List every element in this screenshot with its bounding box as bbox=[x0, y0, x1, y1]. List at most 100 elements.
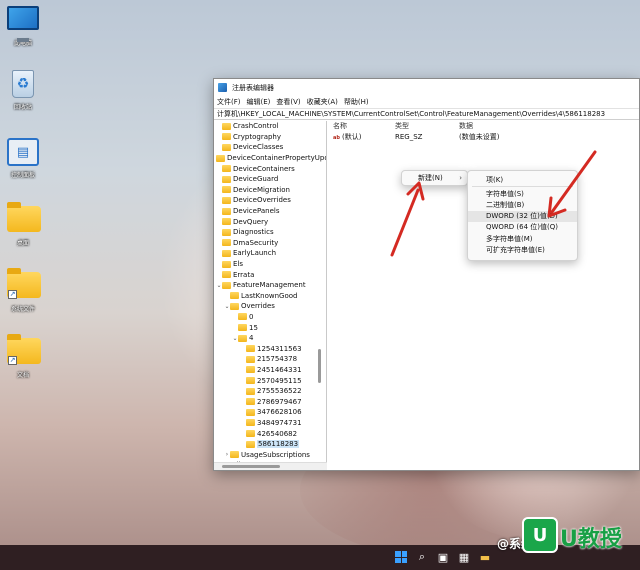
tree-item-label: Overrides bbox=[241, 302, 275, 311]
submenu-item-multi-string-value[interactable]: 多字符串值(M) bbox=[468, 233, 577, 244]
tree-item-label: 2570495115 bbox=[257, 376, 302, 385]
folder-icon bbox=[238, 313, 247, 321]
tree-item[interactable]: DeviceOverrides bbox=[214, 195, 326, 206]
ab-string-icon: ab bbox=[333, 134, 340, 141]
folder-icon bbox=[222, 271, 231, 279]
task-view-icon[interactable]: ▣ bbox=[435, 549, 451, 565]
tree-item[interactable]: 3484974731 bbox=[214, 418, 326, 429]
menu-help[interactable]: 帮助(H) bbox=[344, 97, 369, 107]
tree-item[interactable]: LastKnownGood bbox=[214, 291, 326, 302]
folder-icon bbox=[222, 281, 231, 289]
tree-item[interactable]: EarlyLaunch bbox=[214, 248, 326, 259]
tree-item[interactable]: DeviceGuard bbox=[214, 174, 326, 185]
title-bar[interactable]: 注册表编辑器 bbox=[214, 79, 639, 96]
tree-item[interactable]: 2570495115 bbox=[214, 375, 326, 386]
tree-item[interactable]: Diagnostics bbox=[214, 227, 326, 238]
tree-item-label: 215754378 bbox=[257, 355, 298, 364]
tree-item-label: 3476628106 bbox=[257, 408, 302, 417]
submenu-item-string-value[interactable]: 字符串值(S) bbox=[468, 188, 577, 199]
scrollbar-thumb[interactable] bbox=[222, 465, 280, 468]
tree-item-label: DevQuery bbox=[233, 217, 269, 226]
tree-item[interactable]: 3476628106 bbox=[214, 407, 326, 418]
tree-vertical-scrollbar[interactable] bbox=[318, 349, 321, 383]
folder-icon bbox=[230, 302, 239, 310]
tree-item[interactable]: Errata bbox=[214, 269, 326, 280]
menu-file[interactable]: 文件(F) bbox=[217, 97, 241, 107]
search-icon[interactable]: ⌕ bbox=[414, 549, 430, 565]
desktop-icon-system-files[interactable]: ↗ 系统文件 bbox=[2, 268, 44, 313]
tree-item[interactable]: 586118283 bbox=[214, 439, 326, 450]
u-jiaoshou-logo-icon: U bbox=[522, 517, 558, 553]
tree-item[interactable]: 2451464331 bbox=[214, 365, 326, 376]
folder-icon bbox=[222, 196, 231, 204]
watermark-brand: U教授 bbox=[560, 527, 622, 552]
column-type-header[interactable]: 类型 bbox=[395, 121, 459, 131]
column-data-header[interactable]: 数据 bbox=[459, 121, 473, 131]
tree-item[interactable]: ⌄ FeatureManagement bbox=[214, 280, 326, 291]
desktop-icon-this-pc[interactable]: 此电脑 bbox=[2, 6, 44, 47]
windows-logo-icon bbox=[395, 551, 407, 563]
menu-separator bbox=[472, 186, 573, 188]
folder-icon bbox=[246, 366, 255, 374]
menu-edit[interactable]: 编辑(E) bbox=[247, 97, 271, 107]
tree-item[interactable]: DeviceClasses bbox=[214, 142, 326, 153]
tree-item[interactable]: Cryptography bbox=[214, 132, 326, 143]
tree-item[interactable]: 1254311563 bbox=[214, 343, 326, 354]
tree-item[interactable]: › UsageSubscriptions bbox=[214, 449, 326, 460]
tree-item-label: UsageSubscriptions bbox=[241, 450, 310, 459]
value-type: REG_SZ bbox=[395, 132, 423, 141]
tree-item[interactable]: 426540682 bbox=[214, 428, 326, 439]
tree-item[interactable]: DeviceContainers bbox=[214, 163, 326, 174]
context-menu-new[interactable]: 新建(N) › bbox=[401, 170, 468, 186]
desktop-icon-control-panel[interactable]: ▤ 控制面板 bbox=[2, 138, 44, 179]
file-explorer-icon[interactable]: ▬ bbox=[477, 549, 493, 565]
submenu-item-qword-value[interactable]: QWORD (64 位)值(Q) bbox=[468, 222, 577, 233]
tree-item[interactable]: 215754378 bbox=[214, 354, 326, 365]
tree-item[interactable]: DmaSecurity bbox=[214, 238, 326, 249]
folder-icon bbox=[222, 218, 231, 226]
folder-icon bbox=[246, 440, 255, 448]
tree-item[interactable]: ⌄ Overrides bbox=[214, 301, 326, 312]
folder-icon bbox=[216, 154, 225, 162]
tree-item[interactable]: Els bbox=[214, 259, 326, 270]
submenu-item-dword-value[interactable]: DWORD (32 位)值(D) bbox=[468, 210, 577, 222]
tree-item[interactable]: DeviceContainerPropertyUpda bbox=[214, 153, 326, 164]
folder-icon bbox=[246, 419, 255, 427]
menu-view[interactable]: 查看(V) bbox=[276, 97, 300, 107]
desktop-icon-recycle-bin[interactable]: ♻ 回收站 bbox=[2, 70, 44, 111]
menu-favorites[interactable]: 收藏夹(A) bbox=[307, 97, 338, 107]
tree-item[interactable]: 15 bbox=[214, 322, 326, 333]
tree-item[interactable]: DeviceMigration bbox=[214, 185, 326, 196]
shortcut-arrow-icon: ↗ bbox=[8, 356, 17, 365]
tree-item[interactable]: DevQuery bbox=[214, 216, 326, 227]
tree-item[interactable]: 2755536522 bbox=[214, 386, 326, 397]
tree-item[interactable]: ⌄ 4 bbox=[214, 333, 326, 344]
tree-item[interactable]: 2786979467 bbox=[214, 396, 326, 407]
address-bar[interactable]: 计算机\HKEY_LOCAL_MACHINE\SYSTEM\CurrentCon… bbox=[214, 108, 639, 120]
widgets-icon[interactable]: ▦ bbox=[456, 549, 472, 565]
submenu-item-key[interactable]: 项(K) bbox=[468, 174, 577, 185]
value-data: (数值未设置) bbox=[459, 132, 500, 141]
tree-item-label: 0 bbox=[249, 312, 254, 321]
start-button[interactable] bbox=[393, 549, 409, 565]
registry-tree[interactable]: CrashControl Cryptography DeviceClasses Dev… bbox=[214, 121, 327, 470]
tree-item[interactable]: CrashControl bbox=[214, 121, 326, 132]
folder-icon bbox=[246, 430, 255, 438]
tree-item[interactable]: 0 bbox=[214, 312, 326, 323]
tree-horizontal-scrollbar[interactable] bbox=[214, 462, 327, 470]
tree-item-label: Diagnostics bbox=[233, 228, 274, 237]
tree-item-label: 426540682 bbox=[257, 429, 298, 438]
monitor-icon bbox=[7, 6, 39, 30]
submenu-item-expandable-string-value[interactable]: 可扩充字符串值(E) bbox=[468, 244, 577, 255]
tree-item-label: EarlyLaunch bbox=[233, 249, 277, 258]
desktop-icon-documents[interactable]: ↗ 文档 bbox=[2, 334, 44, 379]
value-row[interactable]: ab (默认) REG_SZ (数值未设置) bbox=[331, 131, 639, 142]
folder-icon bbox=[222, 228, 231, 236]
column-name-header[interactable]: 名称 bbox=[331, 121, 395, 131]
folder-icon bbox=[246, 398, 255, 406]
tree-item-label: FeatureManagement bbox=[233, 281, 306, 290]
submenu-item-binary-value[interactable]: 二进制值(B) bbox=[468, 199, 577, 210]
desktop-icon-desktop-folder[interactable]: 桌面 bbox=[2, 202, 44, 247]
tree-item[interactable]: DevicePanels bbox=[214, 206, 326, 217]
tree-item-label: Cryptography bbox=[233, 132, 282, 141]
